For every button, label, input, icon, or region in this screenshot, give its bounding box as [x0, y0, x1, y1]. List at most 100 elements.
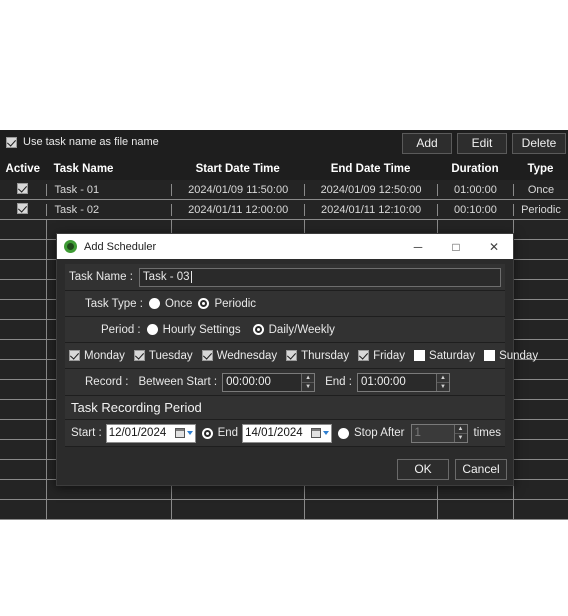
stepper-arrows[interactable]: ▲ ▼: [301, 373, 315, 391]
record-end-time-stepper[interactable]: 01:00:00 ▲ ▼: [356, 372, 450, 392]
radio-task-type-once[interactable]: Once: [148, 297, 193, 310]
table-empty-cell: [512, 400, 568, 419]
radio-stop-after[interactable]: Stop After: [338, 427, 405, 439]
record-row: Record : Between Start : 00:00:00 ▲ ▼ En…: [65, 369, 505, 396]
row-active-cell[interactable]: [0, 182, 46, 197]
maximize-icon[interactable]: □: [437, 234, 475, 259]
close-icon[interactable]: ✕: [475, 234, 513, 259]
table-empty-cell: [0, 360, 46, 379]
stop-after-count-stepper[interactable]: 1 ▲ ▼: [410, 423, 468, 443]
weekday-row: Monday Tuesday Wednesday Thursday Friday…: [65, 343, 538, 369]
record-start-time-stepper[interactable]: 00:00:00 ▲ ▼: [222, 372, 316, 392]
radio-label-periodic: Periodic: [214, 297, 257, 310]
radio-icon-selected: [201, 427, 213, 439]
checkbox-icon: [414, 350, 426, 361]
minimize-icon[interactable]: ─: [399, 234, 437, 259]
radio-icon: [148, 298, 160, 309]
delete-button[interactable]: Delete: [512, 133, 566, 154]
table-empty-cell: [0, 400, 46, 419]
stepper-up-icon[interactable]: ▲: [437, 374, 449, 382]
task-recording-period-header: Task Recording Period: [65, 396, 505, 420]
stepper-down-icon[interactable]: ▼: [454, 432, 467, 442]
recording-start-date-picker[interactable]: 12/01/2024: [105, 423, 196, 443]
checkbox-icon: [69, 350, 80, 361]
radio-period-hourly-settings[interactable]: Hourly Settings: [146, 323, 241, 336]
radio-end-date[interactable]: End: [201, 427, 239, 439]
checkbox-saturday[interactable]: Saturday: [414, 350, 475, 362]
row-task-name: Task - 01: [45, 183, 172, 196]
radio-label-once: Once: [164, 297, 193, 310]
checkbox-friday[interactable]: Friday: [358, 350, 405, 362]
table-empty-cell: [512, 280, 568, 299]
table-empty-cell: [512, 500, 568, 519]
recording-end-date-picker[interactable]: 14/01/2024: [242, 423, 332, 443]
edit-button[interactable]: Edit: [457, 133, 507, 154]
table-empty-cell: [512, 220, 568, 239]
period-label: Period :: [101, 323, 141, 336]
table-empty-cell: [436, 500, 513, 519]
row-active-cell[interactable]: [0, 202, 46, 217]
stop-after-label: Stop After: [354, 427, 405, 439]
cancel-button[interactable]: Cancel: [455, 459, 507, 480]
stop-after-count-value: 1: [414, 427, 421, 439]
checkbox-sunday[interactable]: Sunday: [484, 350, 538, 362]
period-row: Period : Hourly Settings Daily/Weekly: [65, 317, 505, 343]
task-name-label: Task Name :: [69, 271, 133, 283]
table-empty-cell: [0, 480, 46, 499]
checkbox-wednesday[interactable]: Wednesday: [201, 350, 277, 362]
row-duration: 00:10:00: [436, 203, 513, 216]
table-empty-cell: [0, 240, 46, 259]
table-empty-cell: [0, 300, 46, 319]
radio-period-daily-weekly[interactable]: Daily/Weekly: [252, 323, 335, 336]
dialog-title: Add Scheduler: [84, 240, 157, 253]
recording-period-row: Start : 12/01/2024 End 14/01/2024 Stop A…: [65, 420, 505, 447]
stepper-down-icon[interactable]: ▼: [436, 381, 449, 391]
dialog-footer: OK Cancel: [397, 459, 507, 480]
column-header-type: Type: [527, 163, 554, 175]
chevron-down-icon: [186, 431, 193, 435]
column-header-active: Active: [5, 163, 41, 175]
ok-button[interactable]: OK: [397, 459, 449, 480]
stepper-down-icon[interactable]: ▼: [302, 381, 315, 391]
window-controls: ─ □ ✕: [399, 234, 513, 259]
record-end-time-value: 01:00:00: [360, 376, 406, 388]
radio-label-hourly-settings: Hourly Settings: [162, 323, 241, 336]
table-empty-cell: [0, 420, 46, 439]
stepper-arrows[interactable]: ▲ ▼: [453, 424, 467, 442]
checkbox-thursday[interactable]: Thursday: [286, 350, 349, 362]
weekday-label-monday: Monday: [84, 349, 125, 362]
record-label: Record :: [85, 376, 129, 388]
radio-task-type-periodic[interactable]: Periodic: [198, 298, 256, 310]
use-task-name-label: Use task name as file name: [23, 136, 159, 148]
add-button[interactable]: Add: [402, 133, 452, 154]
stepper-up-icon[interactable]: ▲: [455, 425, 467, 433]
task-type-row: Task Type : Once Periodic: [65, 291, 505, 317]
table-empty-cell: [0, 280, 46, 299]
recording-end-label: End: [217, 427, 239, 439]
use-task-name-as-file-name-checkbox[interactable]: Use task name as file name: [6, 136, 159, 148]
stepper-up-icon[interactable]: ▲: [302, 374, 314, 382]
table-row[interactable]: Task - 01 2024/01/09 11:50:00 2024/01/09…: [0, 180, 568, 200]
row-type: Periodic: [512, 203, 568, 216]
checkbox-icon: [484, 350, 496, 361]
table-empty-cell: [171, 500, 304, 519]
stepper-arrows[interactable]: ▲ ▼: [435, 373, 449, 391]
checkbox-monday[interactable]: Monday: [69, 350, 125, 362]
row-end-date-time: 2024/01/09 12:50:00: [304, 183, 437, 196]
table-empty-cell: [512, 300, 568, 319]
checkbox-icon: [17, 202, 29, 214]
calendar-icon: [174, 428, 185, 438]
table-empty-cell: [0, 260, 46, 279]
radio-icon: [146, 324, 158, 335]
radio-icon-selected: [252, 324, 264, 335]
checkbox-tuesday[interactable]: Tuesday: [133, 350, 193, 362]
radio-icon: [338, 427, 349, 439]
table-empty-cell: [0, 380, 46, 399]
table-empty-cell: [304, 500, 437, 519]
radio-label-daily-weekly: Daily/Weekly: [268, 323, 335, 336]
table-empty-cell: [0, 320, 46, 339]
dialog-titlebar: Add Scheduler ─ □ ✕: [57, 234, 513, 259]
table-empty-cell: [0, 500, 46, 519]
table-row[interactable]: Task - 02 2024/01/11 12:00:00 2024/01/11…: [0, 200, 568, 220]
task-name-input[interactable]: Task - 03: [138, 267, 501, 287]
